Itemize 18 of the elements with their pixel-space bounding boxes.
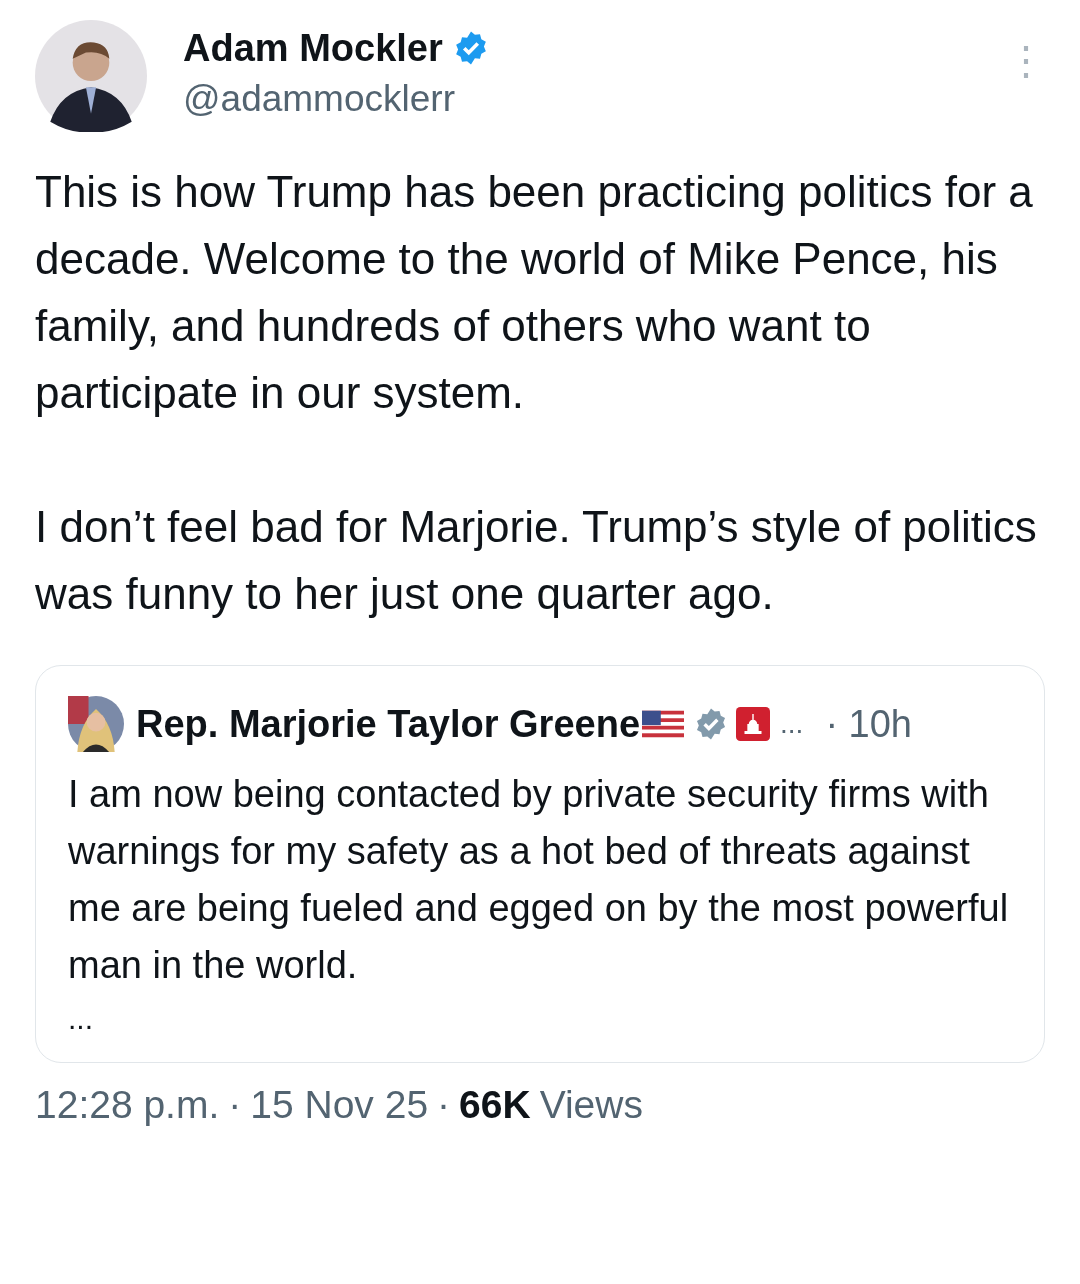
author-handle[interactable]: @adammocklerr xyxy=(183,77,489,120)
flag-icon xyxy=(642,710,685,738)
separator-dot: · xyxy=(228,1083,242,1127)
post-time[interactable]: 12:28 p.m. xyxy=(35,1083,220,1127)
truncation-ellipsis: ... xyxy=(68,1002,93,1036)
quoted-post-text: I am now being contacted by private security firms with warnings for my safety as a hot bed of threats against me are being fueled and egged on by the most powerful man in the world. xyxy=(68,772,1010,988)
post-text: I don’t feel bad for Marjorie. Trump’s style of politics was funny to her just one quarter ago. xyxy=(35,501,1038,620)
author-name[interactable]: Adam Mockler xyxy=(183,26,443,70)
views-count: 66K xyxy=(459,1083,531,1127)
separator-dot: · xyxy=(437,1083,451,1127)
views-label: Views xyxy=(539,1083,643,1127)
capitol-badge-icon xyxy=(736,707,771,741)
name-ellipsis: ... xyxy=(780,708,804,740)
post-date[interactable]: 15 Nov 25 xyxy=(250,1083,429,1127)
quoted-author-name[interactable]: Rep. Marjorie Taylor Greene xyxy=(136,702,641,746)
quoted-post-card[interactable] xyxy=(35,665,1045,1063)
post-text: This is how Trump has been practicing politics for a decade. Welcome to the world of Mike Pence, his family, and hundreds of others who want to participate in our system. xyxy=(35,166,1034,419)
post-time: · 10h xyxy=(825,702,912,746)
